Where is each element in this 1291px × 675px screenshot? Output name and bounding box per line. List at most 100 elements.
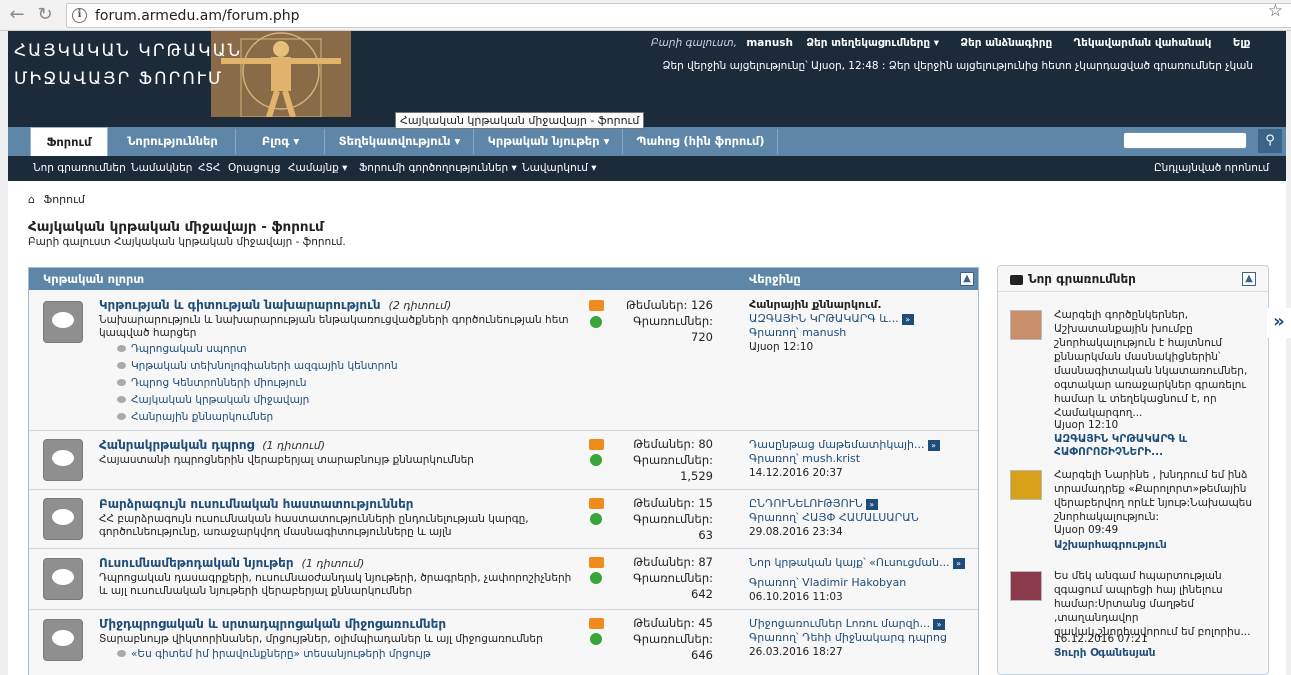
rss-icon[interactable] [589,439,604,450]
last-post: ԸՆԴՈՒՆԵԼՈՒԹՅՈՒՆ» Գրառող՝ ՀԱՅՓ ՀԱՄԱԼՍԱՐԱՆ… [749,497,919,538]
last-poster[interactable]: manush [802,326,846,339]
category-title[interactable]: Կրթական ոլորտ [43,268,144,290]
go-to-post-icon[interactable]: » [952,557,965,569]
post-thread-link[interactable]: ԱԶԳԱՅԻՆ ԿՐԹԱԿԱՐԳ և ՀԱՓՈՐՈՇԻՉՆԵՐԻ... [1054,433,1254,459]
last-post-time: 06.10.2016 11:03 [749,591,843,603]
forum-description: ՀՀ բարձրագույն ուսումնական հաստատություն… [99,513,529,538]
subforum-link[interactable]: Դպրոց Կենտրոնների միություն [117,377,307,389]
logout-link[interactable]: Ելք [1233,37,1251,49]
subnav-community[interactable]: Համայնք ▾ [288,162,347,174]
post-time: 16.12.2016 07:21 [1054,633,1148,645]
go-to-post-icon[interactable]: » [865,498,878,510]
home-icon[interactable]: ⌂ [28,193,40,206]
main-nav-tabs: Ֆորում Նորություններ Բլոգ ▾ Տեղեկատվությ… [8,127,1286,156]
avatar[interactable] [1010,310,1042,340]
post-thread-link[interactable]: Աշխարհագրություն [1054,539,1254,552]
user-welcome: Բարի գալուստ, manush Ձեր տեղեկացումները … [651,37,1268,49]
last-post-thread[interactable]: Դասընթաց մաթեմատիկայի... [749,438,925,451]
last-post-thread[interactable]: Միջոցառումներ Լոռու մարզի... [749,617,930,630]
subforum-link[interactable]: Կրթական տեխնոլոգիաների ազգային կենտրոն [117,360,398,372]
tab-forum[interactable]: Ֆորում [30,127,108,156]
last-poster[interactable]: ՀԱՅՓ ՀԱՄԱԼՍԱՐԱՆ [802,511,919,524]
subscribed-icon [590,454,602,466]
tab-archive[interactable]: Պահոց (հին ֆորում) [624,129,778,154]
rss-icon[interactable] [589,618,604,629]
last-poster[interactable]: mush.krist [802,452,860,465]
control-panel-link[interactable]: Ղեկավարման վահանակ [1074,37,1212,49]
title-tooltip: Հայկական կրթական միջավայր - ֆորում [395,112,645,129]
forum-title[interactable]: Միջդպրոցական և սրտադպրոցական միջոցառումն… [99,617,446,631]
welcome-label: Բարի գալուստ, [651,37,737,49]
reload-icon[interactable]: ↻ [34,4,56,26]
forum-category-block: Կրթական ոլորտ Վերջինը ▲ Կրթության և գիտո… [28,267,979,675]
last-post: Հանրային քննարկում. ԱԶԳԱՅԻՆ ԿՐԹԱԿԱՐԳ և..… [749,298,914,354]
subnav-navigation[interactable]: Նավարկում ▾ [522,162,597,174]
subforum-link[interactable]: «Ես գիտեմ իմ իրավունքները» տեսանյութերի … [117,648,431,660]
last-post-column-header: Վերջինը [749,272,801,286]
last-post-title[interactable]: Հանրային քննարկում. [749,298,914,312]
browser-toolbar: ← ↻ i forum.armedu.am/forum.php ☆ [0,0,1291,31]
info-icon[interactable]: i [72,8,87,23]
subforum-link[interactable]: Դպրոցական սպորտ [117,343,247,355]
new-posts-sidebar: Նոր գրառումներ ▲ Հարգելի գործընկերներ, Ա… [997,265,1269,675]
forum-status-icon [43,498,83,540]
tab-information[interactable]: Տեղեկատվություն ▾ [326,129,474,154]
back-arrow-icon[interactable]: ← [6,4,28,26]
subscribed-icon [590,572,602,584]
subnav-calendar[interactable]: Օրացույց [228,162,281,174]
search-input[interactable] [1123,132,1247,149]
profile-link[interactable]: Ձեր անձնագիրը [960,37,1052,49]
subscribed-icon [590,316,602,328]
forum-title[interactable]: Ուսումնամեթոդական նյութեր (1 դիտում) [99,556,364,570]
forum-title[interactable]: Կրթության և գիտության նախարարություն (2 դ… [99,298,451,312]
collapse-icon[interactable]: ▲ [960,272,974,286]
rss-icon[interactable] [589,300,604,311]
tab-news[interactable]: Նորություններ [110,129,236,154]
forum-status-icon [43,558,83,600]
notifications-link[interactable]: Ձեր տեղեկացումները ▾ [806,37,939,49]
rss-icon[interactable] [589,557,604,568]
forum-stats: Թեմաներ: 126 Գրառումներ: 720 [625,298,713,344]
go-to-post-icon[interactable]: » [933,618,946,630]
bookmark-star-icon[interactable]: ☆ [1268,1,1283,21]
forum-stats: Թեմաներ: 87 Գրառումներ: 642 [633,555,713,601]
subforum-link[interactable]: Հանրային քննարկումներ [117,411,273,423]
breadcrumb-forum[interactable]: Ֆորում [44,193,85,206]
username-link[interactable]: manush [746,37,793,49]
subscribed-icon [590,513,602,525]
site-logo-title[interactable]: ՀԱՅԿԱԿԱՆ ԿՐԹԱԿԱՆ ՄԻՋԱՎԱՅՐ ՖՈՐՈՒՄ [14,37,334,93]
last-post-thread[interactable]: Նոր կրթական կայք՝ «Ուսուցման... [749,556,950,569]
post-thread-link[interactable]: Յուրի Օգանեսյան [1054,647,1254,660]
advanced-search-link[interactable]: Ընդլայնված որոնում [1154,162,1269,174]
last-post-thread[interactable]: ԸՆԴՈՒՆԵԼՈՒԹՅՈՒՆ [749,497,863,510]
subnav-faq[interactable]: ՀՏՀ [198,162,220,174]
url-text[interactable]: forum.armedu.am/forum.php [95,8,300,24]
viewing-count: (1 դիտում) [262,439,326,452]
rss-icon[interactable] [589,498,604,509]
last-poster[interactable]: Դեհի միջնակարգ դպրոց [802,631,947,644]
forum-row: Ուսումնամեթոդական նյութեր (1 դիտում) Դպրո… [29,550,978,610]
subnav-forum-actions[interactable]: Ֆորումի գործողություններ ▾ [359,162,517,174]
address-bar[interactable]: i forum.armedu.am/forum.php [66,3,1291,28]
subscribed-icon [590,633,602,645]
subnav-messages[interactable]: Նամակներ [131,162,192,174]
speech-bubble-icon [1010,275,1023,285]
subnav-new-posts[interactable]: Նոր գրառումներ [33,162,126,174]
tab-blog[interactable]: Բլոգ ▾ [237,129,325,154]
search-icon[interactable]: ⚲ [1258,129,1282,153]
go-to-post-icon[interactable]: » [901,313,914,325]
last-visit-info: Ձեր վերջին այցելությունը՝ Այսօր, 12:48 :… [662,60,1253,72]
sidebar-toggle-icon[interactable]: » [1267,308,1291,338]
post-snippet: Ես մեկ անգամ հպարտության զգացում ապրեցի … [1054,570,1251,638]
last-poster[interactable]: Vladimir Hakobyan [802,576,906,589]
last-post-thread[interactable]: ԱԶԳԱՅԻՆ ԿՐԹԱԿԱՐԳ և... [749,312,899,325]
forum-title[interactable]: Հանրակրթական դպրոց (1 դիտում) [99,438,325,452]
avatar[interactable] [1010,571,1042,601]
subforum-link[interactable]: Հայկական կրթական միջավայր [117,394,309,406]
collapse-icon[interactable]: ▲ [1242,272,1256,286]
go-to-post-icon[interactable]: » [927,439,940,451]
forum-title[interactable]: Բարձրագույն ուսումնական հաստատություններ [99,497,414,511]
avatar[interactable] [1010,470,1042,500]
post-time: Այսօր 12:10 [1054,419,1119,431]
tab-educational-materials[interactable]: Կրթական նյութեր ▾ [475,129,623,154]
